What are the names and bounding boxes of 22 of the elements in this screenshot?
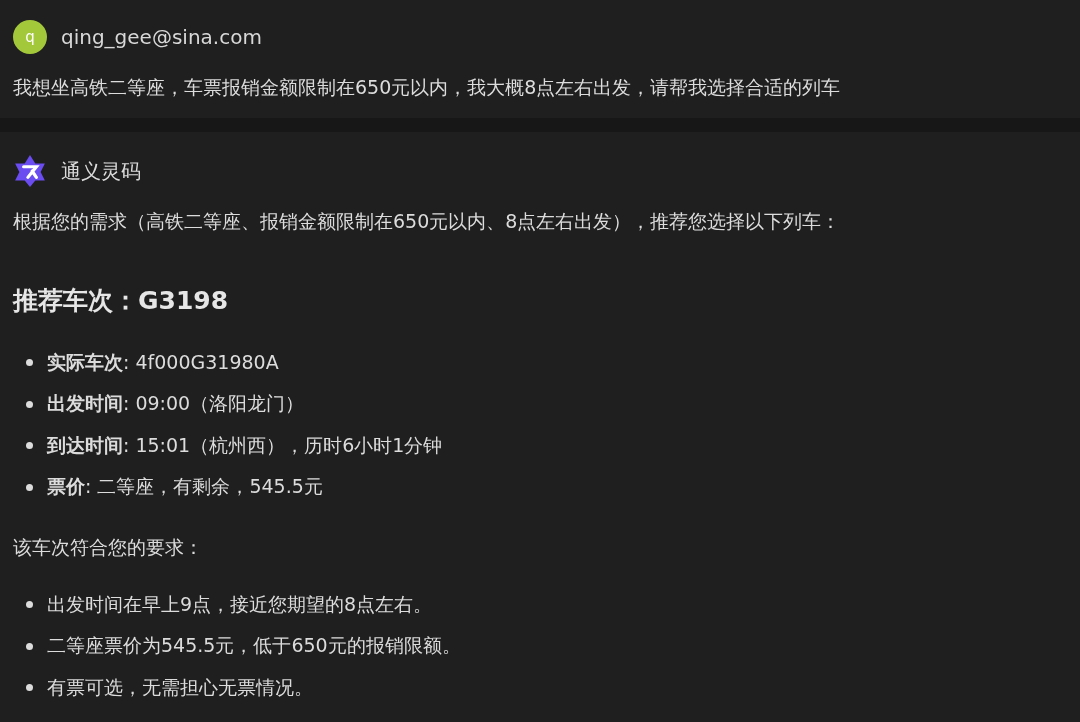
- reason-item: 出发时间在早上9点，接近您期望的8点左右。: [47, 591, 433, 617]
- user-avatar: q: [13, 20, 47, 54]
- bullet-icon: [26, 400, 33, 408]
- assistant-intro: 根据您的需求（高铁二等座、报销金额限制在650元以内、8点左右出发），推荐您选择以下列车：: [13, 209, 842, 234]
- recommendation-heading: 推荐车次：G3198: [13, 285, 230, 317]
- user-message: 我想坐高铁二等座，车票报销金额限制在650元以内，我大概8点左右出发，请帮我选择合适的列车: [13, 75, 842, 100]
- user-email: qing_gee@sina.com: [61, 25, 262, 49]
- assistant-name: 通义灵码: [61, 157, 141, 185]
- reason-intro: 该车次符合您的要求：: [13, 535, 204, 560]
- bullet-icon: [26, 601, 33, 609]
- reason-item: 有票可选，无需担心无票情况。: [47, 674, 313, 700]
- train-detail: 票价: 二等座，有剩余，545.5元: [47, 474, 323, 500]
- bullet-icon: [26, 483, 33, 491]
- bullet-icon: [26, 684, 33, 692]
- train-detail: 出发时间: 09:00（洛阳龙门）: [47, 391, 305, 417]
- bullet-icon: [26, 359, 33, 367]
- star-logo-icon: [13, 154, 47, 188]
- bullet-icon: [26, 642, 33, 650]
- train-detail: 到达时间: 15:01（杭州西），历时6小时1分钟: [47, 432, 443, 458]
- train-detail: 实际车次: 4f000G31980A: [47, 349, 279, 375]
- bullet-icon: [26, 442, 33, 450]
- reason-item: 二等座票价为545.5元，低于650元的报销限额。: [47, 633, 461, 659]
